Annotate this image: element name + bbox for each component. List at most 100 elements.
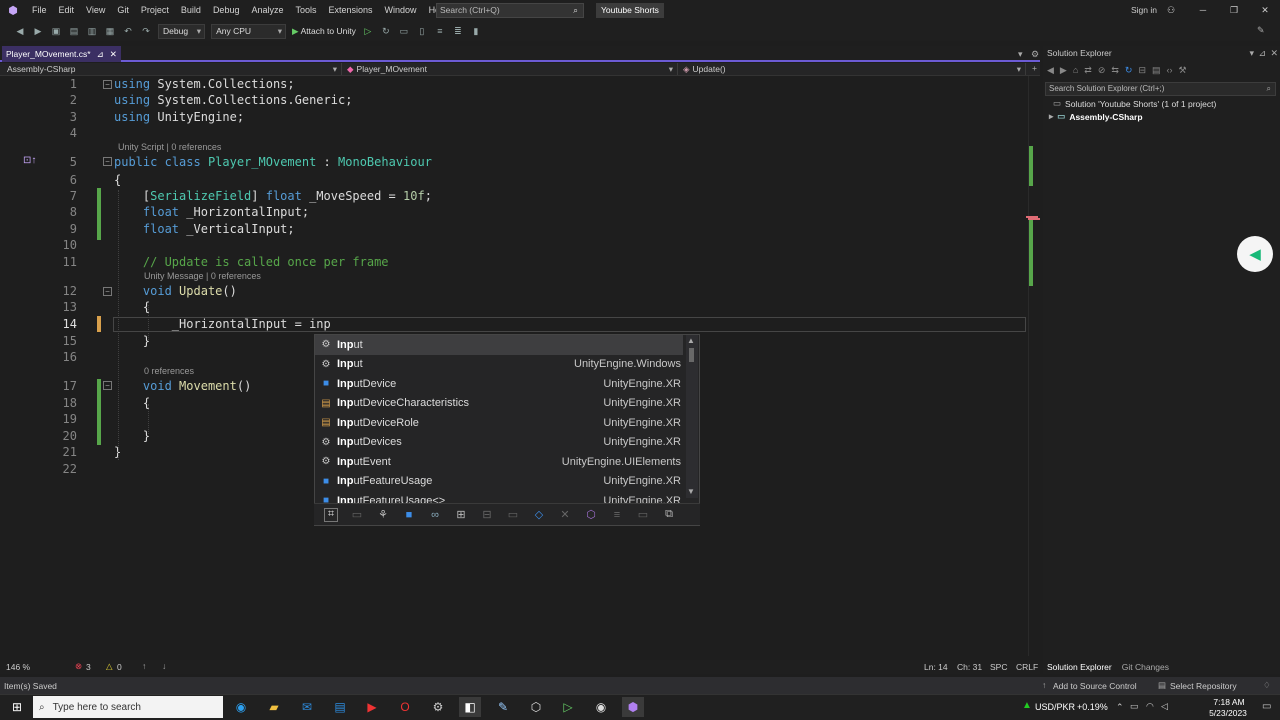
warning-count[interactable]: 0	[117, 662, 122, 672]
target-type-filter-icon[interactable]: ⧉	[662, 508, 676, 522]
code-line[interactable]: using System.Collections;	[114, 77, 295, 91]
refresh-icon[interactable]: ↻	[1125, 65, 1133, 76]
codelens-movement[interactable]: 0 references	[144, 366, 194, 376]
menu-tools[interactable]: Tools	[290, 0, 323, 21]
opera-icon[interactable]: O	[394, 697, 416, 717]
code-line[interactable]: public class Player_MOvement : MonoBehav…	[114, 155, 432, 169]
menu-analyze[interactable]: Analyze	[245, 0, 289, 21]
class-filter-icon[interactable]: ■	[402, 508, 416, 522]
previous-issue-icon[interactable]: ↑	[142, 661, 146, 671]
tab-solution-explorer[interactable]: Solution Explorer	[1047, 660, 1112, 674]
code-line[interactable]: [SerializeField] float _MoveSpeed = 10f;	[114, 189, 432, 203]
method-filter-icon[interactable]: ✕	[558, 508, 572, 522]
layout-icon[interactable]: ▭	[398, 25, 410, 37]
next-issue-icon[interactable]: ↓	[162, 661, 166, 671]
completion-item[interactable]: ⚙ Input UnityEngine.Windows	[315, 355, 683, 375]
breakpoints-icon[interactable]: ▯	[416, 25, 428, 37]
column-number[interactable]: Ch: 31	[957, 662, 982, 672]
menu-edit[interactable]: Edit	[53, 0, 81, 21]
line-ending[interactable]: CRLF	[1016, 662, 1038, 672]
store-icon[interactable]: ▤	[329, 697, 351, 717]
save-all-icon[interactable]: ▦	[104, 25, 116, 37]
scroll-up-icon[interactable]: ▲	[687, 336, 695, 345]
completion-item[interactable]: ▤ InputDeviceCharacteristics UnityEngine.X…	[315, 394, 683, 414]
code-line[interactable]: float _VerticalInput;	[114, 222, 295, 236]
code-line[interactable]: void Movement()	[114, 379, 251, 393]
sign-in-link[interactable]: Sign in	[1131, 0, 1157, 21]
forward-icon[interactable]: ▶	[1060, 65, 1067, 76]
notepad-icon[interactable]: ✎	[492, 697, 514, 717]
configuration-select[interactable]: Debug	[158, 23, 206, 39]
forward-icon[interactable]: ▶	[32, 25, 44, 37]
namespace-filter-icon[interactable]: ⚘	[376, 508, 390, 522]
whitespace-mode[interactable]: SPC	[990, 662, 1007, 672]
code-line[interactable]: // Update is called once per frame	[114, 255, 389, 269]
attach-to-unity-button[interactable]: ▶ Attach to Unity	[292, 26, 356, 37]
tab-close-icon[interactable]: ✕	[110, 46, 117, 62]
comment-icon[interactable]: ≣	[452, 25, 464, 37]
notification-center-icon[interactable]: ▭	[1262, 701, 1271, 712]
tab-git-changes[interactable]: Git Changes	[1122, 660, 1169, 674]
menu-build[interactable]: Build	[175, 0, 207, 21]
collapse-icon[interactable]: −	[103, 80, 112, 89]
menu-git[interactable]: Git	[111, 0, 135, 21]
taskbar-search-input[interactable]: ⌕ Type here to search	[33, 696, 223, 718]
hot-reload-icon[interactable]: ↻	[380, 25, 392, 37]
menu-file[interactable]: File	[26, 0, 53, 21]
undo-icon[interactable]: ↶	[122, 25, 134, 37]
scroll-down-icon[interactable]: ▼	[687, 487, 695, 496]
code-line[interactable]: using System.Collections.Generic;	[114, 93, 352, 107]
global-search-input[interactable]: Search (Ctrl+Q) ⌕	[436, 3, 584, 18]
pin-icon[interactable]: ⊿	[1258, 48, 1266, 59]
module-filter-icon[interactable]: ⬡	[584, 508, 598, 522]
popup-scroll-thumb[interactable]	[689, 348, 694, 362]
save-icon[interactable]: ▥	[86, 25, 98, 37]
collapse-all-icon[interactable]: ⊟	[1138, 65, 1146, 76]
menu-debug[interactable]: Debug	[207, 0, 246, 21]
windows-start-icon[interactable]: ⊞	[6, 697, 28, 717]
account-icon[interactable]: ⚇	[1158, 0, 1184, 21]
project-dropdown[interactable]: Assembly-CSharp ▾	[0, 63, 342, 75]
panel-menu-icon[interactable]: ▾	[1249, 48, 1254, 59]
format-icon[interactable]: ≡	[434, 25, 446, 37]
completion-item[interactable]: ■ InputDevice UnityEngine.XR	[315, 374, 683, 394]
back-icon[interactable]: ◀	[1047, 65, 1054, 76]
redo-icon[interactable]: ↷	[140, 25, 152, 37]
currency-pair[interactable]: USD/PKR	[1035, 702, 1075, 712]
terminal-icon[interactable]: ▷	[557, 697, 579, 717]
sync-icon[interactable]: ⇆	[1111, 65, 1119, 76]
event-filter-icon[interactable]: ⊟	[480, 508, 494, 522]
completion-item[interactable]: ⚙ Input	[315, 335, 683, 355]
completion-item[interactable]: ▤ InputDeviceRole UnityEngine.XR	[315, 413, 683, 433]
member-dropdown[interactable]: ◈ Update() ▾	[678, 63, 1026, 75]
bookmark-icon[interactable]: ▮	[470, 25, 482, 37]
obs-icon[interactable]: ◉	[590, 697, 612, 717]
property-filter-icon[interactable]: ≡	[610, 508, 624, 522]
show-all-files-icon[interactable]: ▤	[1152, 65, 1161, 76]
settings-icon[interactable]: ⚙	[427, 697, 449, 717]
code-line[interactable]: }	[114, 334, 150, 348]
new-project-icon[interactable]: ▣	[50, 25, 62, 37]
feedback-icon[interactable]: ✎	[1257, 25, 1265, 36]
menu-window[interactable]: Window	[379, 0, 423, 21]
code-line[interactable]: {	[114, 173, 121, 187]
platform-select[interactable]: Any CPU	[211, 23, 287, 39]
start-without-debug-icon[interactable]: ▷	[362, 25, 374, 37]
code-icon[interactable]: ‹›	[1167, 65, 1173, 76]
menu-project[interactable]: Project	[135, 0, 175, 21]
code-line[interactable]: {	[114, 396, 150, 410]
pending-changes-icon[interactable]: ⊘	[1098, 65, 1106, 76]
completion-item[interactable]: ■ InputFeatureUsage UnityEngine.XR	[315, 472, 683, 492]
solution-node[interactable]: ▭ Solution 'Youtube Shorts' (1 of 1 proje…	[1053, 98, 1216, 109]
youtube-icon[interactable]: ▶	[361, 697, 383, 717]
codelens-class[interactable]: Unity Script | 0 references	[118, 142, 221, 152]
video-editor-icon[interactable]: ◧	[459, 697, 481, 717]
switch-views-icon[interactable]: ⇄	[1084, 65, 1092, 76]
close-icon[interactable]: ✕	[1252, 0, 1278, 21]
code-line[interactable]: }	[114, 429, 150, 443]
collapse-icon[interactable]: −	[103, 287, 112, 296]
visual-studio-taskbar-icon[interactable]: ⬢	[622, 697, 644, 717]
delegate-filter-icon[interactable]: ∞	[428, 508, 442, 522]
menu-view[interactable]: View	[80, 0, 111, 21]
code-line[interactable]: using UnityEngine;	[114, 110, 244, 124]
